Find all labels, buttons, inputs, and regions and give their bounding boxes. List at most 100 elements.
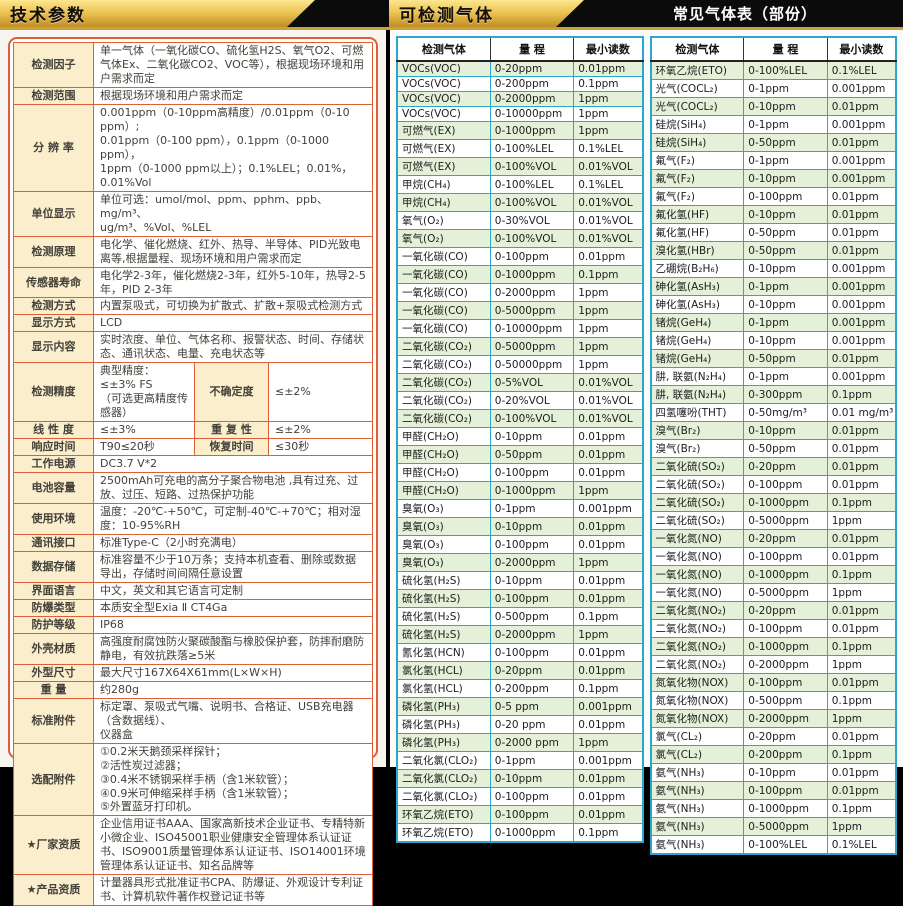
gas-range-cell: 0-10ppm	[744, 764, 827, 782]
gas-min-reading-cell: 0.01ppm	[574, 662, 643, 680]
spec-row: 检测因子单一气体（一氧化碳CO、硫化氢H2S、氧气O2、可燃气体Ex、二氧化碳C…	[14, 43, 373, 88]
gas-min-reading-cell: 1ppm	[574, 122, 643, 140]
detectable-gases-panel: 检测气体 量 程 最小读数 VOCs(VOC)0-20ppm0.01ppmVOC…	[390, 30, 903, 767]
gas-range-cell: 0-2000ppm	[490, 284, 573, 302]
gas-min-reading-cell: 0.1%LEL	[827, 61, 896, 80]
spec-row: 使用环境温度：-20℃-+50℃，可定制-40℃-+70℃；相对湿度：10-95…	[14, 504, 373, 535]
gas-row: 一氧化碳(CO)0-10000ppm1ppm	[397, 320, 643, 338]
gas-name-cell: 甲醛(CH₂O)	[397, 482, 490, 500]
gas-name-cell: 二氧化氯(CLO₂)	[397, 788, 490, 806]
spec-row: ★厂家资质企业信用证书AAA、国家高新技术企业证书、专精特新小微企业、ISO45…	[14, 816, 373, 875]
gas-range-cell: 0-20 ppm	[490, 716, 573, 734]
gas-range-cell: 0-20ppm	[744, 530, 827, 548]
datasheet-page: 技术参数 可检测气体 常见气体表（部份） 检测因子单一气体（一氧化碳CO、硫化氢…	[0, 0, 903, 767]
gas-name-cell: 磷化氢(PH₃)	[397, 698, 490, 716]
gas-range-cell: 0-50000ppm	[490, 356, 573, 374]
gas-row: 锗烷(GeH₄)0-1ppm0.001ppm	[651, 314, 897, 332]
gas-min-reading-cell: 0.01ppm	[827, 602, 896, 620]
gas-name-cell: 一氧化碳(CO)	[397, 320, 490, 338]
spec-row: 检测方式内置泵吸式，可切换为扩散式、扩散+泵吸式检测方式	[14, 298, 373, 315]
spec-param-name: 使用环境	[14, 504, 94, 535]
spec-row: 检测原理电化学、催化燃烧、红外、热导、半导体、PID光致电离等,根据量程、现场环…	[14, 236, 373, 267]
gas-min-reading-cell: 1ppm	[574, 356, 643, 374]
gas-row: 磷化氢(PH₃)0-2000 ppm1ppm	[397, 734, 643, 752]
gas-range-cell: 0-100ppm	[744, 476, 827, 494]
gas-range-cell: 0-100ppm	[490, 536, 573, 554]
spec-table-frame: 检测因子单一气体（一氧化碳CO、硫化氢H2S、氧气O2、可燃气体Ex、二氧化碳C…	[8, 37, 378, 759]
column-header-gas: 检测气体	[651, 37, 744, 61]
gas-min-reading-cell: 0.001ppm	[827, 152, 896, 170]
technical-parameters-panel: 检测因子单一气体（一氧化碳CO、硫化氢H2S、氧气O2、可燃气体Ex、二氧化碳C…	[0, 30, 386, 767]
gas-row: 甲醛(CH₂O)0-100ppm0.01ppm	[397, 464, 643, 482]
gas-range-cell: 0-5000ppm	[744, 512, 827, 530]
gas-name-cell: 氧气(O₂)	[397, 230, 490, 248]
gas-row: 四氢噻吩(THT)0-50mg/m³0.01 mg/m³	[651, 404, 897, 422]
gas-min-reading-cell: 0.01ppm	[827, 764, 896, 782]
gas-name-cell: 甲醛(CH₂O)	[397, 446, 490, 464]
spec-param-name: 传感器寿命	[14, 267, 94, 298]
gas-range-cell: 0-100ppm	[490, 248, 573, 266]
spec-param-name: 恢复时间	[195, 439, 269, 456]
gas-min-reading-cell: 0.01ppm	[574, 788, 643, 806]
gas-min-reading-cell: 0.01ppm	[574, 518, 643, 536]
gas-range-cell: 0-50ppm	[490, 446, 573, 464]
spec-row: 单位显示单位可选：umol/mol、ppm、pphm、ppb、mg/m³、 ug…	[14, 191, 373, 236]
section-title-detectable-gases: 可检测气体	[389, 0, 584, 27]
gas-min-reading-cell: 0.01ppm	[827, 134, 896, 152]
gas-name-cell: 一氧化碳(CO)	[397, 302, 490, 320]
gas-row: 甲醛(CH₂O)0-1000ppm1ppm	[397, 482, 643, 500]
gas-row: 硫化氢(H₂S)0-500ppm0.1ppm	[397, 608, 643, 626]
gas-name-cell: 环氧乙烷(ETO)	[397, 806, 490, 824]
spec-param-value: 电化学2-3年，催化燃烧2-3年，红外5-10年，热导2-5年，PID 2-3年	[94, 267, 373, 298]
gas-range-cell: 0-1ppm	[744, 278, 827, 296]
spec-param-value: 标准Type-C（2小时充满电）	[94, 535, 373, 552]
gas-min-reading-cell: 0.01ppm	[574, 248, 643, 266]
gas-row: 氟气(F₂)0-100ppm0.01ppm	[651, 188, 897, 206]
gas-name-cell: 环氧乙烷(ETO)	[397, 824, 490, 843]
spec-param-value: IP68	[94, 616, 373, 633]
gas-range-cell: 0-5000ppm	[490, 338, 573, 356]
gas-min-reading-cell: 0.01ppm	[574, 446, 643, 464]
gas-range-cell: 0-2000ppm	[490, 554, 573, 572]
gas-min-reading-cell: 0.1%LEL	[574, 176, 643, 194]
gas-range-cell: 0-1000ppm	[490, 824, 573, 843]
gas-name-cell: 一氧化碳(CO)	[397, 266, 490, 284]
gas-name-cell: 甲醛(CH₂O)	[397, 428, 490, 446]
spec-row: 通讯接口标准Type-C（2小时充满电）	[14, 535, 373, 552]
gas-row: 二氧化硫(SO₂)0-20ppm0.01ppm	[651, 458, 897, 476]
gas-name-cell: 氯化氢(HCL)	[397, 662, 490, 680]
spec-param-name: 检测精度	[14, 363, 94, 422]
spec-param-value: 单一气体（一氧化碳CO、硫化氢H2S、氧气O2、可燃气体Ex、二氧化碳CO2、V…	[94, 43, 373, 88]
gas-row: 一氧化氮(NO)0-5000ppm1ppm	[651, 584, 897, 602]
spec-param-name: 选配附件	[14, 743, 94, 816]
gas-range-cell: 0-10ppm	[490, 770, 573, 788]
gas-row: 臭氧(O₃)0-10ppm0.01ppm	[397, 518, 643, 536]
spec-param-value: 实时浓度、单位、气体名称、报警状态、时间、存储状态、通讯状态、电量、充电状态等	[94, 332, 373, 363]
gas-name-cell: 溴气(Br₂)	[651, 440, 744, 458]
gas-row: 磷化氢(PH₃)0-20 ppm0.01ppm	[397, 716, 643, 734]
gas-min-reading-cell: 0.1%LEL	[574, 140, 643, 158]
gas-name-cell: 硅烷(SiH₄)	[651, 116, 744, 134]
gas-row: 甲醛(CH₂O)0-50ppm0.01ppm	[397, 446, 643, 464]
spec-param-value: 典型精度：≤±3% FS （可选更高精度传感器）	[94, 363, 195, 422]
gas-min-reading-cell: 0.01ppm	[827, 548, 896, 566]
gas-range-cell: 0-10ppm	[744, 170, 827, 188]
gas-min-reading-cell: 0.1ppm	[827, 566, 896, 584]
gas-range-cell: 0-20ppm	[744, 458, 827, 476]
gas-range-cell: 0-500ppm	[490, 608, 573, 626]
spec-param-value: 单位可选：umol/mol、ppm、pphm、ppb、mg/m³、 ug/m³、…	[94, 191, 373, 236]
spec-param-value: LCD	[94, 315, 373, 332]
gas-name-cell: 氟气(F₂)	[651, 188, 744, 206]
spec-param-name: ★厂家资质	[14, 816, 94, 875]
gas-name-cell: 二氧化硫(SO₂)	[651, 476, 744, 494]
spec-param-value: ≤±3%	[94, 422, 195, 439]
gas-min-reading-cell: 0.001ppm	[827, 170, 896, 188]
gas-min-reading-cell: 0.01ppm	[827, 350, 896, 368]
gas-min-reading-cell: 0.01ppm	[574, 806, 643, 824]
gas-name-cell: 砷化氢(AsH₃)	[651, 278, 744, 296]
column-header-min-reading: 最小读数	[574, 37, 643, 61]
gas-min-reading-cell: 0.01ppm	[827, 188, 896, 206]
spec-row: 标准附件标定罩、泵吸式气嘴、说明书、合格证、USB充电器（含数据线）、 仪器盒	[14, 698, 373, 743]
gas-min-reading-cell: 0.001ppm	[827, 368, 896, 386]
spec-row: 线 性 度≤±3%重 复 性≤±2%	[14, 422, 373, 439]
